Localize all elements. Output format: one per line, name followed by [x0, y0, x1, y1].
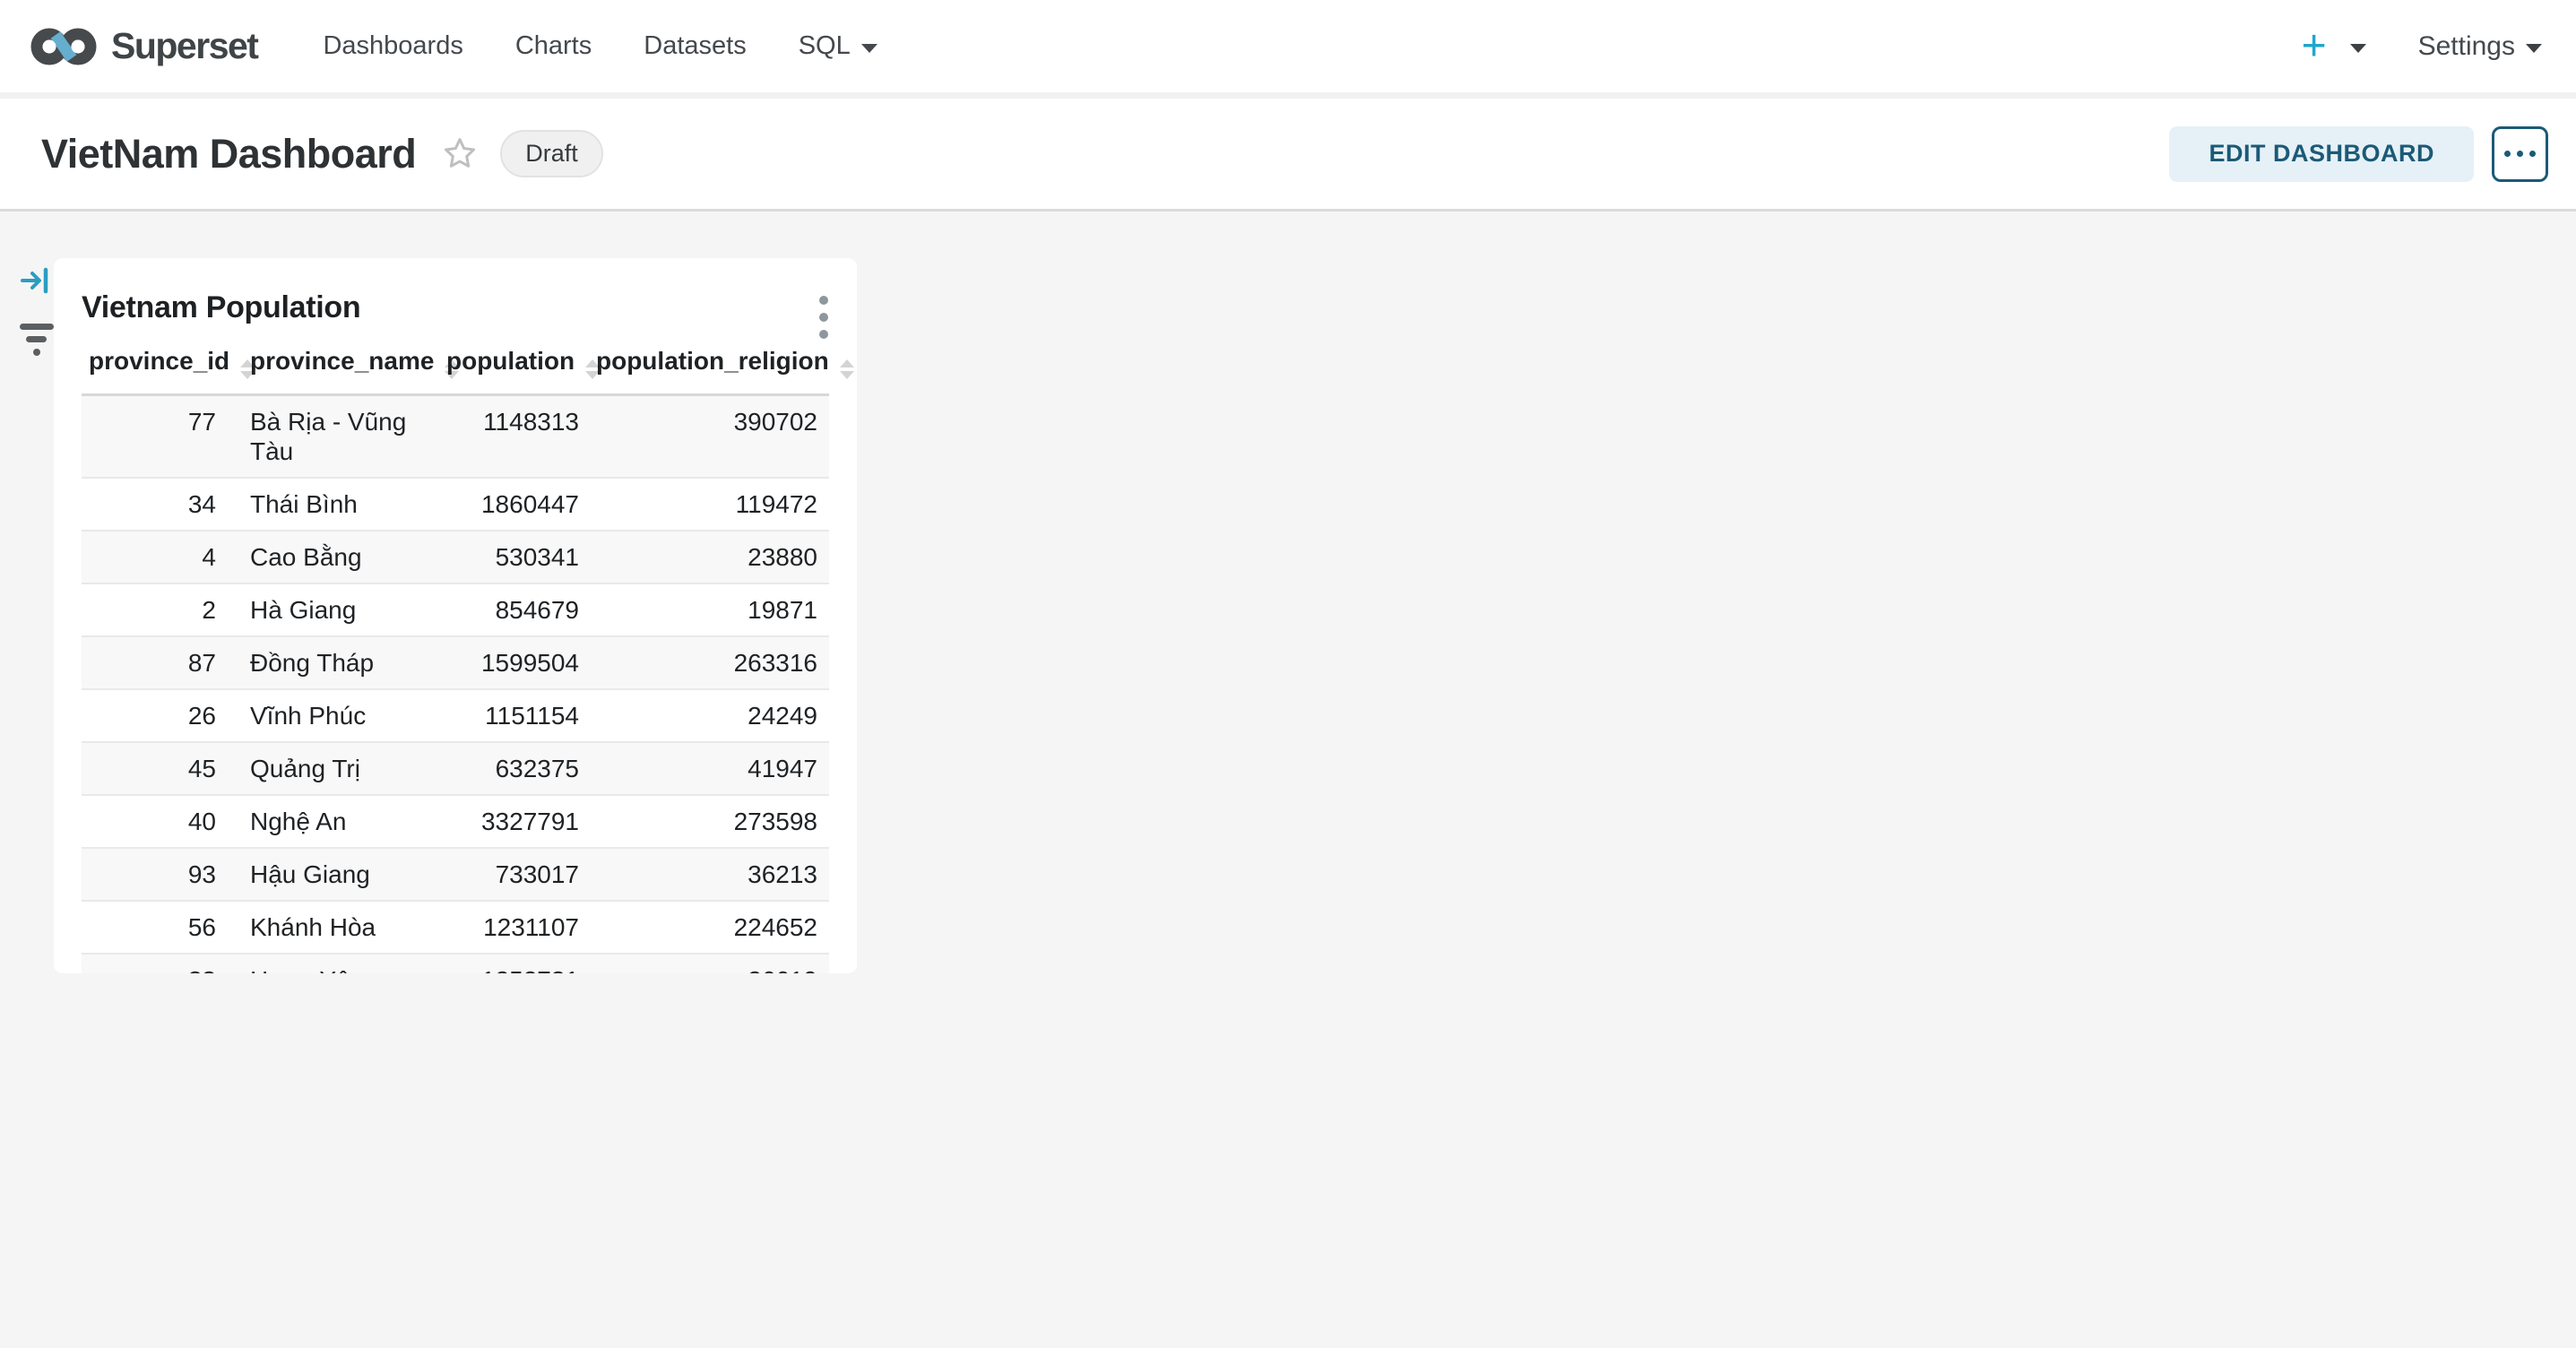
table-cell: 1151154 [424, 689, 583, 742]
sort-icon [840, 359, 854, 379]
table-cell: 26619 [583, 954, 829, 973]
table-cell: Đồng Tháp [223, 636, 424, 689]
superset-logo[interactable]: Superset [30, 24, 257, 69]
dashboard-header: VietNam Dashboard Draft EDIT DASHBOARD [0, 99, 2576, 212]
table-cell: Cao Bằng [223, 531, 424, 583]
column-header-population[interactable]: population [424, 347, 583, 395]
table-cell: Thái Bình [223, 478, 424, 531]
table-row: 26Vĩnh Phúc115115424249 [82, 689, 829, 742]
table-row: 34Thái Bình1860447119472 [82, 478, 829, 531]
table-cell: 530341 [424, 531, 583, 583]
column-header-province-name[interactable]: province_name [223, 347, 424, 395]
edit-dashboard-button[interactable]: EDIT DASHBOARD [2169, 126, 2474, 182]
settings-menu[interactable]: Settings [2418, 31, 2542, 62]
table-cell: 45 [82, 742, 223, 795]
table-cell: 263316 [583, 636, 829, 689]
table-cell: 733017 [424, 848, 583, 901]
table-body: 77Bà Rịa - Vũng Tàu114831339070234Thái B… [82, 395, 829, 974]
table-cell: 1231107 [424, 901, 583, 954]
table-cell: Hưng Yên [223, 954, 424, 973]
table-cell: 1860447 [424, 478, 583, 531]
table-row: 45Quảng Trị63237541947 [82, 742, 829, 795]
table-cell: 36213 [583, 848, 829, 901]
chart-kebab-menu-icon[interactable] [814, 290, 834, 344]
nav-menu: Dashboards Charts Datasets SQL [297, 0, 903, 92]
table-row: 56Khánh Hòa1231107224652 [82, 901, 829, 954]
nav-right: + Settings [2302, 29, 2546, 65]
expand-filter-bar-icon[interactable] [18, 264, 57, 302]
new-item-button[interactable]: + [2302, 29, 2366, 65]
table-cell: 1252731 [424, 954, 583, 973]
more-options-button[interactable] [2492, 126, 2548, 182]
dashboard-title: VietNam Dashboard [41, 131, 416, 177]
filter-icon[interactable] [18, 324, 57, 356]
ellipsis-icon [2504, 151, 2511, 157]
table-cell: 2 [82, 583, 223, 636]
table-cell: Vĩnh Phúc [223, 689, 424, 742]
favorite-star-icon[interactable] [441, 134, 479, 177]
table-row: 33Hưng Yên125273126619 [82, 954, 829, 973]
brand-name: Superset [111, 25, 257, 67]
table-cell: 33 [82, 954, 223, 973]
table-cell: 19871 [583, 583, 829, 636]
table-row: 93Hậu Giang73301736213 [82, 848, 829, 901]
nav-item-dashboards[interactable]: Dashboards [297, 0, 488, 92]
table-cell: 26 [82, 689, 223, 742]
chevron-down-icon [2526, 44, 2542, 53]
table-cell: 87 [82, 636, 223, 689]
table-cell: 77 [82, 395, 223, 479]
table-cell: 3327791 [424, 795, 583, 848]
table-row: 87Đồng Tháp1599504263316 [82, 636, 829, 689]
chart-card-vietnam-population: Vietnam Population province_id province_… [54, 258, 857, 973]
table-cell: 390702 [583, 395, 829, 479]
table-cell: 1599504 [424, 636, 583, 689]
table-cell: 119472 [583, 478, 829, 531]
dashboard-content: Vietnam Population province_id province_… [0, 212, 2576, 1339]
chevron-down-icon [861, 44, 877, 53]
table-cell: Nghệ An [223, 795, 424, 848]
filter-bar-controls [18, 264, 57, 356]
table-cell: 34 [82, 478, 223, 531]
table-cell: Bà Rịa - Vũng Tàu [223, 395, 424, 479]
table-row: 77Bà Rịa - Vũng Tàu1148313390702 [82, 395, 829, 479]
population-table: province_id province_name population pop… [82, 347, 829, 973]
table-cell: 4 [82, 531, 223, 583]
top-navbar: Superset Dashboards Charts Datasets SQL … [0, 0, 2576, 99]
table-cell: 273598 [583, 795, 829, 848]
table-row: 4Cao Bằng53034123880 [82, 531, 829, 583]
nav-item-sql[interactable]: SQL [773, 0, 903, 92]
table-cell: 56 [82, 901, 223, 954]
table-cell: Khánh Hòa [223, 901, 424, 954]
table-cell: 93 [82, 848, 223, 901]
column-header-province-id[interactable]: province_id [82, 347, 223, 395]
plus-icon: + [2302, 29, 2327, 65]
table-cell: 41947 [583, 742, 829, 795]
superset-infinity-icon [30, 24, 97, 69]
table-cell: 1148313 [424, 395, 583, 479]
nav-item-charts[interactable]: Charts [489, 0, 618, 92]
chart-title: Vietnam Population [82, 290, 829, 325]
table-cell: 854679 [424, 583, 583, 636]
table-cell: Quảng Trị [223, 742, 424, 795]
status-badge: Draft [500, 130, 603, 177]
table-header-row: province_id province_name population pop… [82, 347, 829, 395]
table-cell: Hà Giang [223, 583, 424, 636]
chevron-down-icon [2350, 44, 2366, 53]
table-cell: 224652 [583, 901, 829, 954]
table-cell: 24249 [583, 689, 829, 742]
table-row: 40Nghệ An3327791273598 [82, 795, 829, 848]
column-header-population-religion[interactable]: population_religion [583, 347, 829, 395]
table-cell: Hậu Giang [223, 848, 424, 901]
table-cell: 632375 [424, 742, 583, 795]
table-row: 2Hà Giang85467919871 [82, 583, 829, 636]
table-cell: 40 [82, 795, 223, 848]
table-cell: 23880 [583, 531, 829, 583]
nav-item-datasets[interactable]: Datasets [618, 0, 772, 92]
